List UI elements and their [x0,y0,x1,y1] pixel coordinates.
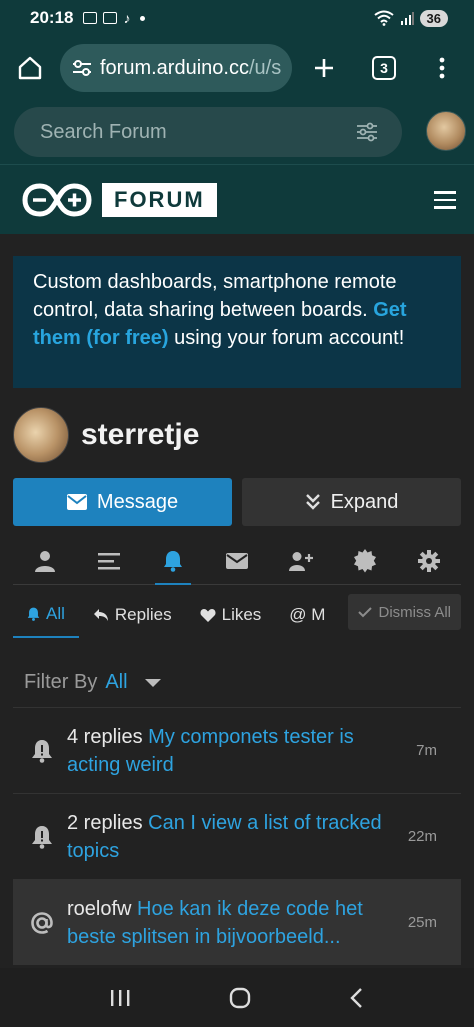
url-path: /u/s [248,56,282,79]
music-note-icon: ♪ [123,10,131,26]
notification-time: 7m [416,742,437,759]
search-placeholder: Search Forum [40,120,167,143]
status-bar: 20:18 ♪ 36 [0,0,474,36]
notification-item[interactable]: 2 replies Can I view a list of tracked t… [13,793,461,879]
arduino-logo-icon[interactable] [22,182,92,218]
filter-tab-all[interactable]: All [13,592,79,638]
envelope-icon [226,552,248,569]
avatar [13,407,69,463]
notification-prefix: 2 replies [67,811,143,834]
battery-indicator: 36 [419,9,448,27]
bell-icon [29,739,55,763]
new-tab-button[interactable] [292,57,356,79]
url-host: forum.arduino.cc [100,56,249,79]
browser-menu-button[interactable] [412,57,472,79]
forum-logo-bar: FORUM [0,164,474,234]
notification-text: 4 replies My componets tester is acting … [67,723,408,779]
browser-toolbar: forum.arduino.cc/u/s 3 [0,36,474,100]
back-icon[interactable] [349,987,365,1009]
signal-icon [400,12,414,25]
notification-time: 25m [407,914,437,931]
badge-icon [354,548,376,572]
tab-summary[interactable] [13,537,77,584]
url-bar[interactable]: forum.arduino.cc/u/s [60,44,292,92]
list-icon [98,552,120,569]
profile-actions: Message Expand [13,478,461,526]
promo-banner: Custom dashboards, smartphone remote con… [13,256,461,388]
notification-prefix: roelofw [67,897,132,920]
plus-icon [315,59,333,77]
user-plus-icon [289,551,313,571]
status-notification-icons: ♪ [83,10,146,26]
heart-icon [200,609,216,622]
gear-icon [418,549,440,572]
notification-item[interactable]: roelofw Hoe kan ik deze code het beste s… [13,879,461,965]
filter-tab-likes[interactable]: Likes [186,592,276,638]
filter-by-value: All [105,671,128,693]
notification-text: roelofw Hoe kan ik deze code het beste s… [67,895,400,951]
forum-logo-text[interactable]: FORUM [102,182,217,217]
bell-icon [29,825,55,849]
filter-tab-replies[interactable]: Replies [79,592,186,638]
username: sterretje [81,418,200,451]
filter-options-icon[interactable] [356,122,378,142]
notification-prefix: 4 replies [67,725,143,748]
dismiss-all-button[interactable]: Dismiss All [348,594,461,630]
filter-tab-likes-label: Likes [221,605,262,624]
tab-messages[interactable] [205,537,269,584]
filter-tab-mentions[interactable]: @ M [275,592,339,638]
status-right: 36 [373,9,448,27]
check-icon [358,607,373,618]
system-navigation-bar [0,968,474,1027]
home-icon [18,56,42,80]
caret-down-icon [144,678,161,687]
profile-nav [13,537,461,585]
filter-tab-replies-label: Replies [114,605,172,624]
banner-text-before: Custom dashboards, smartphone remote con… [33,271,397,321]
forum-search-header: Search Forum [0,100,474,164]
reply-icon [93,609,108,621]
status-time: 20:18 [30,8,74,27]
calendar-alt-icon [103,12,118,24]
filter-tab-all-label: All [46,604,65,623]
bell-icon [164,550,182,572]
message-label: Message [96,490,179,513]
tab-invites[interactable] [269,537,333,584]
expand-button[interactable]: Expand [242,478,461,526]
search-input[interactable]: Search Forum [14,107,402,157]
bell-icon [27,607,40,621]
envelope-icon [66,494,87,510]
message-button[interactable]: Message [13,478,232,526]
user-icon [35,550,55,572]
tab-notifications[interactable] [141,537,205,585]
recent-apps-icon[interactable] [109,988,131,1008]
tab-count: 3 [372,56,396,80]
notification-filter-tabs: All Replies Likes @ M Dismiss All [13,592,461,638]
double-chevron-down-icon [305,494,320,510]
profile-header: sterretje [13,405,199,465]
filter-by-dropdown[interactable]: Filter By All [24,671,162,694]
user-avatar-button[interactable] [426,111,466,151]
filter-tab-mentions-label: @ M [289,605,326,624]
more-vert-icon [439,57,445,79]
tab-badges[interactable] [333,537,397,584]
tab-activity[interactable] [77,537,141,584]
at-icon [29,910,55,936]
dismiss-all-label: Dismiss All [378,603,451,621]
dot-icon [140,15,146,21]
wifi-icon [373,10,394,26]
banner-text-after: using your forum account! [168,327,405,349]
site-settings-icon[interactable] [72,59,92,77]
home-nav-icon[interactable] [229,987,251,1009]
calendar-icon [83,12,98,24]
menu-hamburger-icon[interactable] [434,191,456,209]
notification-time: 22m [407,828,437,845]
filter-by-label: Filter By [24,671,98,693]
home-button[interactable] [0,55,60,81]
expand-label: Expand [330,490,399,513]
tab-switcher-button[interactable]: 3 [356,56,412,80]
notification-item[interactable]: 4 replies My componets tester is acting … [13,707,461,793]
notification-text: 2 replies Can I view a list of tracked t… [67,809,400,865]
tab-preferences[interactable] [397,537,461,584]
